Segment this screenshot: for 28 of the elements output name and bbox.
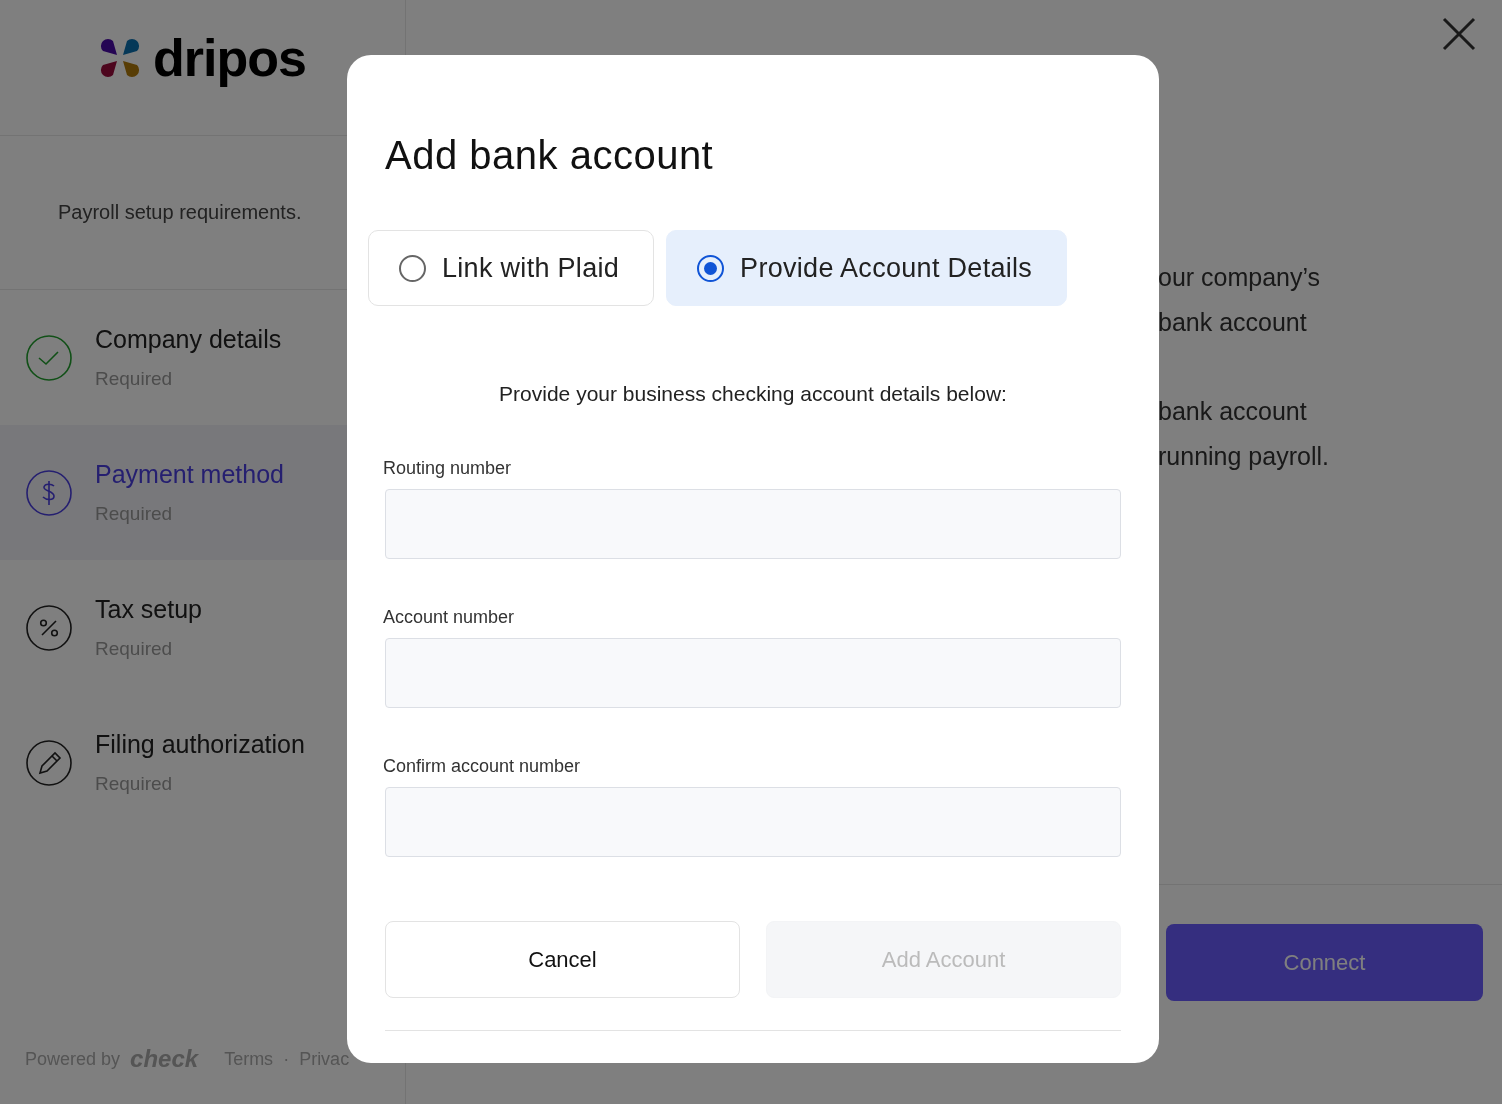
- description-text: our company’s: [1158, 262, 1322, 293]
- connect-button[interactable]: Connect: [1166, 924, 1483, 1001]
- option-radio-button[interactable]: Link with Plaid: [368, 230, 655, 306]
- modal-title: Add bank account: [385, 133, 715, 178]
- instructions-text: Provide your business checking account details below:: [498, 382, 1008, 406]
- check-circle-icon: [25, 333, 73, 382]
- field-label: Confirm account number: [383, 756, 582, 777]
- close-icon[interactable]: [1442, 17, 1476, 51]
- description-text: bank account: [1158, 307, 1308, 338]
- description-text: bank account: [1158, 396, 1308, 427]
- step-title: Filing authorization: [95, 730, 305, 759]
- pencil-circle-icon: [25, 738, 73, 787]
- dollar-circle-icon: [25, 468, 73, 517]
- separator-dot: ·: [283, 1048, 290, 1070]
- step-title: Payment method: [95, 460, 284, 489]
- percent-circle-icon: [25, 603, 73, 652]
- logo-text: dripos: [153, 27, 306, 88]
- input-field[interactable]: [385, 787, 1121, 857]
- step-title: Company details: [95, 325, 282, 354]
- description-text: running payroll.: [1158, 441, 1330, 472]
- sidebar-subtitle: Payroll setup requirements.: [58, 201, 302, 224]
- option-radio-button[interactable]: Provide Account Details: [666, 230, 1068, 306]
- input-field[interactable]: [385, 489, 1121, 559]
- field-label: Account number: [383, 607, 516, 628]
- step-title: Tax setup: [95, 595, 202, 624]
- logo-icon: [99, 36, 142, 79]
- input-field[interactable]: [385, 638, 1121, 708]
- cancel-button[interactable]: Cancel: [385, 921, 740, 998]
